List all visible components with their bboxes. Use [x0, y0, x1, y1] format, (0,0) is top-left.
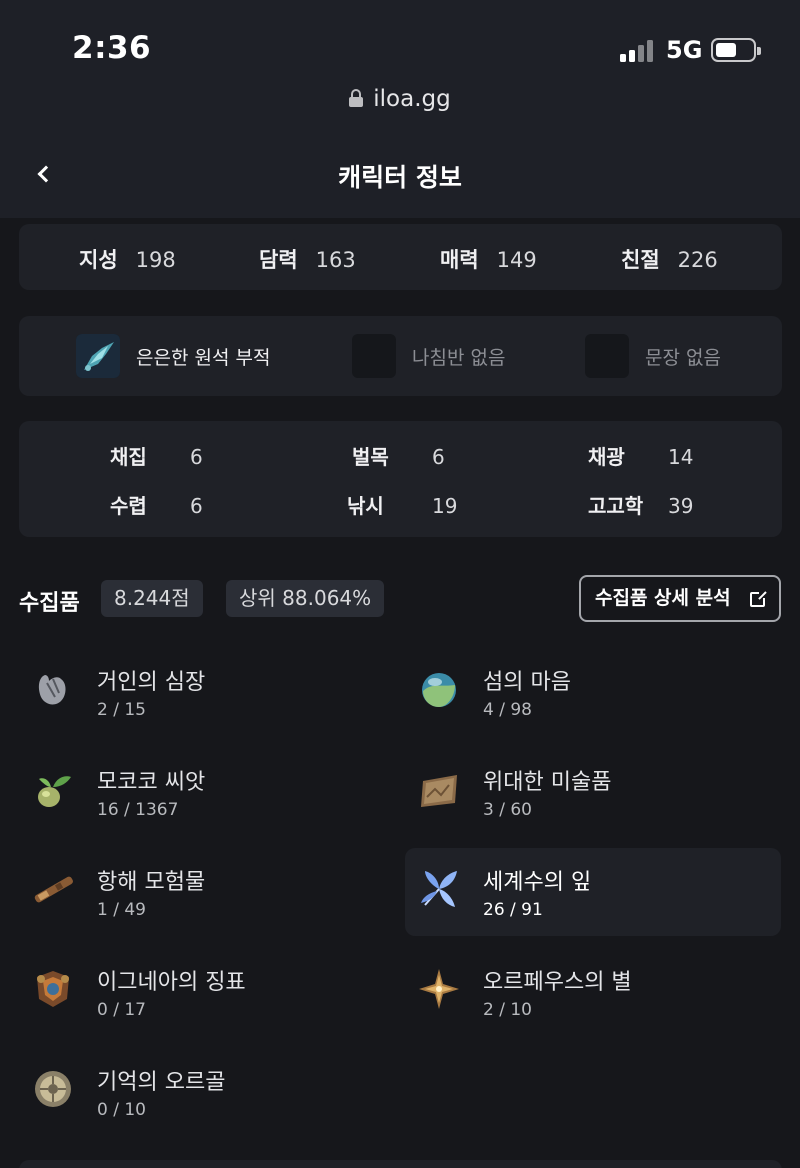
collectible-item[interactable]: 위대한 미술품 3 / 60	[405, 748, 781, 836]
artwork-icon	[417, 767, 461, 811]
equip-charm-label: 은은한 원석 부적	[136, 346, 271, 369]
life-skill-mining: 채광 14	[588, 445, 694, 469]
lock-icon	[349, 89, 364, 107]
giant-heart-icon	[31, 667, 75, 711]
mokoko-seed-icon	[31, 767, 75, 811]
top-bar: 2:36 5G iloa.gg 캐릭터 정보	[0, 0, 800, 218]
collectibles-detail-label: 수집품 상세 분석	[595, 587, 731, 609]
island-heart-icon	[417, 667, 461, 711]
orpheus-star-icon	[417, 967, 461, 1011]
url-text: iloa.gg	[373, 86, 451, 112]
stat-kindness: 친절 226	[621, 248, 718, 272]
stats-card: 지성 198 담력 163 매력 149 친절 226	[19, 224, 782, 290]
signal-icon	[620, 40, 656, 62]
network-type: 5G	[666, 36, 703, 64]
collectibles-title: 수집품	[19, 591, 80, 616]
equip-crest[interactable]: 문장 없음	[585, 334, 721, 378]
life-skill-archaeology: 고고학 39	[588, 494, 694, 518]
collectible-item[interactable]: 이그네아의 징표 0 / 17	[19, 948, 395, 1036]
status-time: 2:36	[72, 30, 152, 66]
collectible-item[interactable]: 모코코 씨앗 16 / 1367	[19, 748, 395, 836]
collectible-item[interactable]: 세계수의 잎 26 / 91	[405, 848, 781, 936]
life-skills-card: 채집 6 벌목 6 채광 14 수렵 6 낚시 19 고고학 39	[19, 421, 782, 537]
collectible-item[interactable]: 섬의 마음 4 / 98	[405, 648, 781, 736]
collectibles-rank-badge: 상위 88.064%	[226, 580, 385, 617]
life-skill-gathering: 채집 6	[110, 445, 203, 469]
equip-crest-label: 문장 없음	[645, 346, 721, 369]
ignea-token-icon	[31, 967, 75, 1011]
stat-intelligence: 지성 198	[79, 248, 176, 272]
external-link-icon	[750, 590, 767, 607]
equip-compass-label: 나침반 없음	[412, 346, 506, 369]
collectible-item[interactable]: 항해 모험물 1 / 49	[19, 848, 395, 936]
next-section-card	[19, 1160, 782, 1168]
equipment-card: 은은한 원석 부적 나침반 없음 문장 없음	[19, 316, 782, 396]
collectibles-detail-button[interactable]: 수집품 상세 분석	[579, 575, 781, 622]
life-skill-hunting: 수렵 6	[110, 494, 203, 518]
gem-charm-icon	[76, 334, 120, 378]
stat-courage: 담력 163	[259, 248, 356, 272]
world-tree-leaf-icon	[417, 867, 461, 911]
empty-slot-icon	[352, 334, 396, 378]
page-title: 캐릭터 정보	[338, 163, 462, 192]
life-skill-fishing: 낚시 19	[347, 494, 458, 518]
address-bar[interactable]: iloa.gg	[0, 86, 800, 112]
collectible-item[interactable]: 기억의 오르골 0 / 10	[19, 1048, 395, 1136]
equip-compass[interactable]: 나침반 없음	[352, 334, 505, 378]
spyglass-icon	[31, 867, 75, 911]
music-box-icon	[31, 1067, 75, 1111]
life-skill-logging: 벌목 6	[352, 445, 445, 469]
collectible-item[interactable]: 거인의 심장 2 / 15	[19, 648, 395, 736]
empty-slot-icon	[585, 334, 629, 378]
collectibles-score-badge: 8.244점	[101, 580, 203, 617]
collectible-item[interactable]: 오르페우스의 별 2 / 10	[405, 948, 781, 1036]
equip-charm[interactable]: 은은한 원석 부적	[76, 334, 270, 378]
stat-charm: 매력 149	[440, 248, 537, 272]
battery-icon	[711, 38, 761, 62]
